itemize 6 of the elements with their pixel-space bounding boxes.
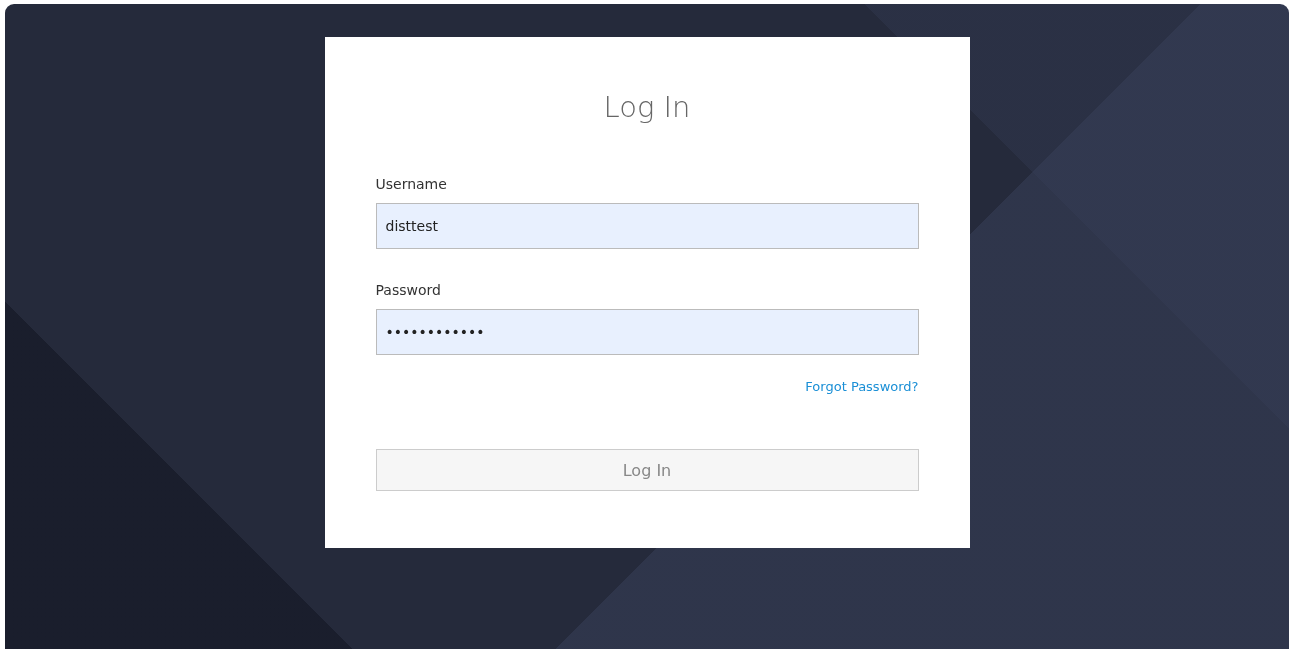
input-field[interactable]: disttest (375, 203, 919, 249)
forgot-password-link[interactable]: Forgot Password? (805, 379, 919, 394)
field-label: Username (375, 175, 447, 193)
input-field[interactable]: •••••••••••• (375, 309, 919, 355)
login-title: Log In (602, 89, 692, 125)
field-label: Password (375, 281, 441, 299)
